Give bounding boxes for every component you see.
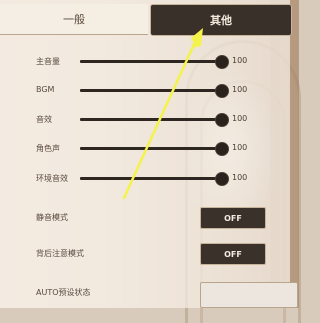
yellow-arrow-icon xyxy=(122,28,203,200)
